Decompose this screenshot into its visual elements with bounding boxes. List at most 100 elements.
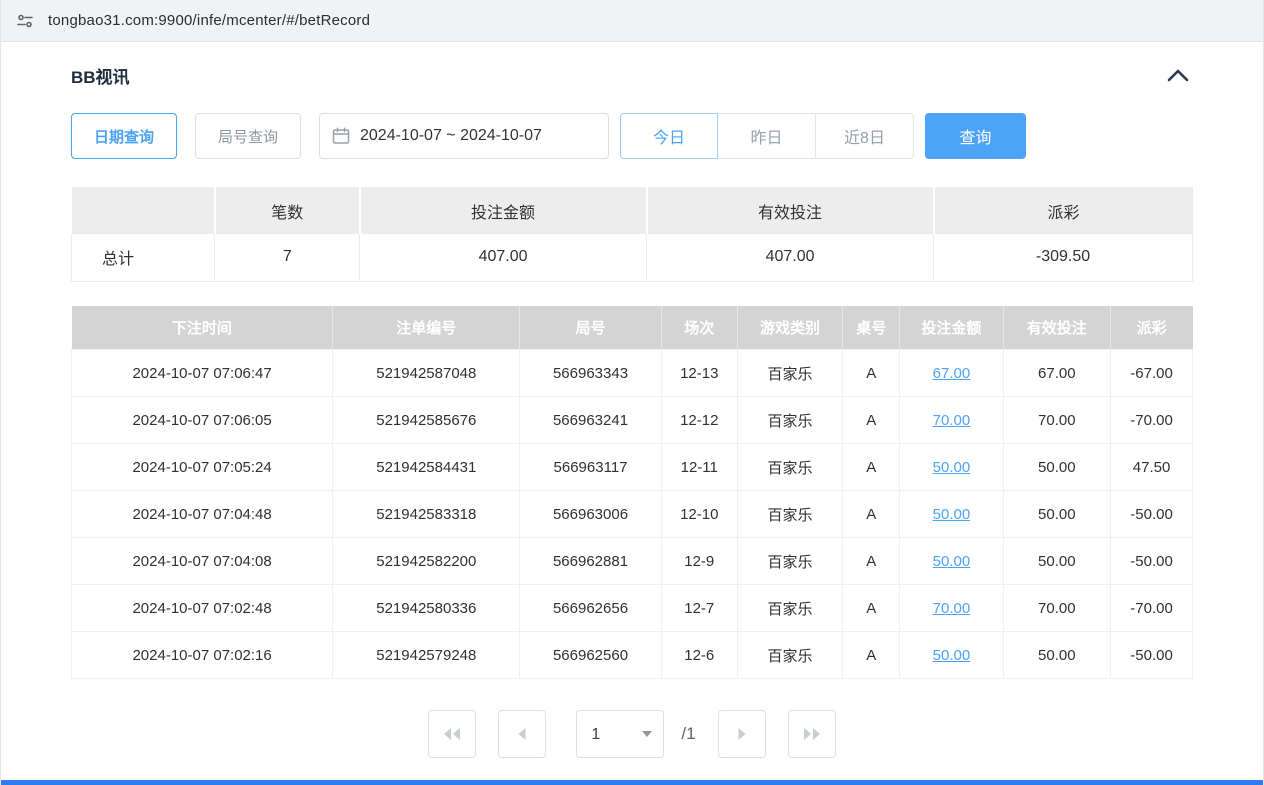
game-type-cell: 百家乐 (737, 585, 842, 632)
payout-cell: -50.00 (1111, 538, 1193, 585)
bet-amount-link[interactable]: 70.00 (933, 600, 971, 617)
bet-amount-link[interactable]: 70.00 (933, 412, 971, 429)
bet-amount-link[interactable]: 50.00 (933, 553, 971, 570)
page-select[interactable]: 1 (576, 710, 664, 758)
round-number-cell: 566962656 (520, 585, 661, 632)
bet-amount-link[interactable]: 67.00 (933, 365, 971, 382)
bet-time-cell: 2024-10-07 07:04:08 (72, 538, 333, 585)
col-table-number: 桌号 (843, 306, 900, 350)
col-payout: 派彩 (1111, 306, 1193, 350)
browser-address-bar[interactable]: tongbao31.com:9900/infe/mcenter/#/betRec… (1, 0, 1263, 42)
valid-bet-cell: 70.00 (1003, 397, 1111, 444)
table-row: 2024-10-07 07:04:08521942582200566962881… (72, 538, 1193, 585)
site-info-icon[interactable] (15, 11, 35, 31)
bet-amount-cell: 50.00 (900, 538, 1003, 585)
quick-date-button-group: 今日 昨日 近8日 (620, 113, 914, 159)
game-type-cell: 百家乐 (737, 491, 842, 538)
table-row: 2024-10-07 07:04:48521942583318566963006… (72, 491, 1193, 538)
total-pages-label: /1 (681, 724, 695, 744)
bet-time-cell: 2024-10-07 07:06:47 (72, 350, 333, 397)
bet-amount-link[interactable]: 50.00 (933, 459, 971, 476)
last8days-button[interactable]: 近8日 (816, 113, 914, 159)
order-number-cell: 521942585676 (333, 397, 520, 444)
bet-time-cell: 2024-10-07 07:02:48 (72, 585, 333, 632)
prev-page-button[interactable] (498, 710, 546, 758)
first-page-button[interactable] (428, 710, 476, 758)
summary-col-bet-amount: 投注金额 (360, 187, 647, 234)
game-type-cell: 百家乐 (737, 538, 842, 585)
valid-bet-cell: 50.00 (1003, 538, 1111, 585)
col-bet-time: 下注时间 (72, 306, 333, 350)
today-button[interactable]: 今日 (620, 113, 718, 159)
pagination: 1 /1 (71, 710, 1193, 758)
order-number-cell: 521942580336 (333, 585, 520, 632)
col-valid-bet: 有效投注 (1003, 306, 1111, 350)
round-number-cell: 566963006 (520, 491, 661, 538)
payout-cell: -70.00 (1111, 397, 1193, 444)
summary-total-row: 总计 7 407.00 407.00 -309.50 (72, 234, 1193, 281)
bet-amount-link[interactable]: 50.00 (933, 647, 971, 664)
table-row: 2024-10-07 07:02:16521942579248566962560… (72, 632, 1193, 679)
bet-amount-cell: 70.00 (900, 397, 1003, 444)
game-type-cell: 百家乐 (737, 350, 842, 397)
round-number-cell: 566962881 (520, 538, 661, 585)
bet-record-page: BB视讯 日期查询 局号查询 2024-10-07 ~ 2024-10-07 今… (1, 42, 1263, 758)
bottom-accent-bar (1, 780, 1263, 785)
table-number-cell: A (843, 538, 900, 585)
summary-header-row: 笔数 投注金额 有效投注 派彩 (72, 187, 1193, 234)
summary-table: 笔数 投注金额 有效投注 派彩 总计 7 407.00 407.00 -309.… (71, 187, 1193, 282)
game-type-cell: 百家乐 (737, 632, 842, 679)
round-query-button[interactable]: 局号查询 (195, 113, 301, 159)
last-page-button[interactable] (788, 710, 836, 758)
bet-amount-cell: 70.00 (900, 585, 1003, 632)
url-text[interactable]: tongbao31.com:9900/infe/mcenter/#/betRec… (48, 12, 370, 29)
bet-amount-cell: 50.00 (900, 632, 1003, 679)
calendar-icon (332, 127, 350, 145)
next-page-button[interactable] (718, 710, 766, 758)
date-query-button[interactable]: 日期查询 (71, 113, 177, 159)
summary-bet-amount-value: 407.00 (360, 234, 647, 281)
date-range-input[interactable]: 2024-10-07 ~ 2024-10-07 (319, 113, 609, 159)
bet-amount-cell: 67.00 (900, 350, 1003, 397)
table-number-cell: A (843, 350, 900, 397)
section-header: BB视讯 (71, 42, 1193, 88)
valid-bet-cell: 67.00 (1003, 350, 1111, 397)
page-select-wrap: 1 (576, 710, 664, 758)
date-range-value: 2024-10-07 ~ 2024-10-07 (360, 127, 542, 145)
col-bet-amount: 投注金额 (900, 306, 1003, 350)
round-number-cell: 566963117 (520, 444, 661, 491)
bet-amount-link[interactable]: 50.00 (933, 506, 971, 523)
session-cell: 12-13 (661, 350, 737, 397)
yesterday-button[interactable]: 昨日 (718, 113, 816, 159)
summary-col-empty (72, 187, 215, 234)
col-order-number: 注单编号 (333, 306, 520, 350)
table-row: 2024-10-07 07:06:05521942585676566963241… (72, 397, 1193, 444)
valid-bet-cell: 50.00 (1003, 444, 1111, 491)
bet-time-cell: 2024-10-07 07:05:24 (72, 444, 333, 491)
filter-toolbar: 日期查询 局号查询 2024-10-07 ~ 2024-10-07 今日 昨日 … (71, 113, 1193, 159)
order-number-cell: 521942583318 (333, 491, 520, 538)
game-type-cell: 百家乐 (737, 444, 842, 491)
table-row: 2024-10-07 07:05:24521942584431566963117… (72, 444, 1193, 491)
table-row: 2024-10-07 07:06:47521942587048566963343… (72, 350, 1193, 397)
round-number-cell: 566963241 (520, 397, 661, 444)
session-cell: 12-12 (661, 397, 737, 444)
table-number-cell: A (843, 632, 900, 679)
payout-cell: -50.00 (1111, 632, 1193, 679)
bet-amount-cell: 50.00 (900, 444, 1003, 491)
table-number-cell: A (843, 397, 900, 444)
payout-cell: 47.50 (1111, 444, 1193, 491)
bet-amount-cell: 50.00 (900, 491, 1003, 538)
bet-table-header-row: 下注时间 注单编号 局号 场次 游戏类别 桌号 投注金额 有效投注 派彩 (72, 306, 1193, 350)
round-number-cell: 566962560 (520, 632, 661, 679)
table-number-cell: A (843, 585, 900, 632)
order-number-cell: 521942582200 (333, 538, 520, 585)
search-button[interactable]: 查询 (925, 113, 1026, 159)
summary-col-payout: 派彩 (934, 187, 1193, 234)
chevron-up-icon[interactable] (1163, 65, 1193, 86)
payout-cell: -50.00 (1111, 491, 1193, 538)
table-row: 2024-10-07 07:02:48521942580336566962656… (72, 585, 1193, 632)
session-cell: 12-9 (661, 538, 737, 585)
payout-cell: -70.00 (1111, 585, 1193, 632)
summary-payout-value: -309.50 (934, 234, 1193, 281)
